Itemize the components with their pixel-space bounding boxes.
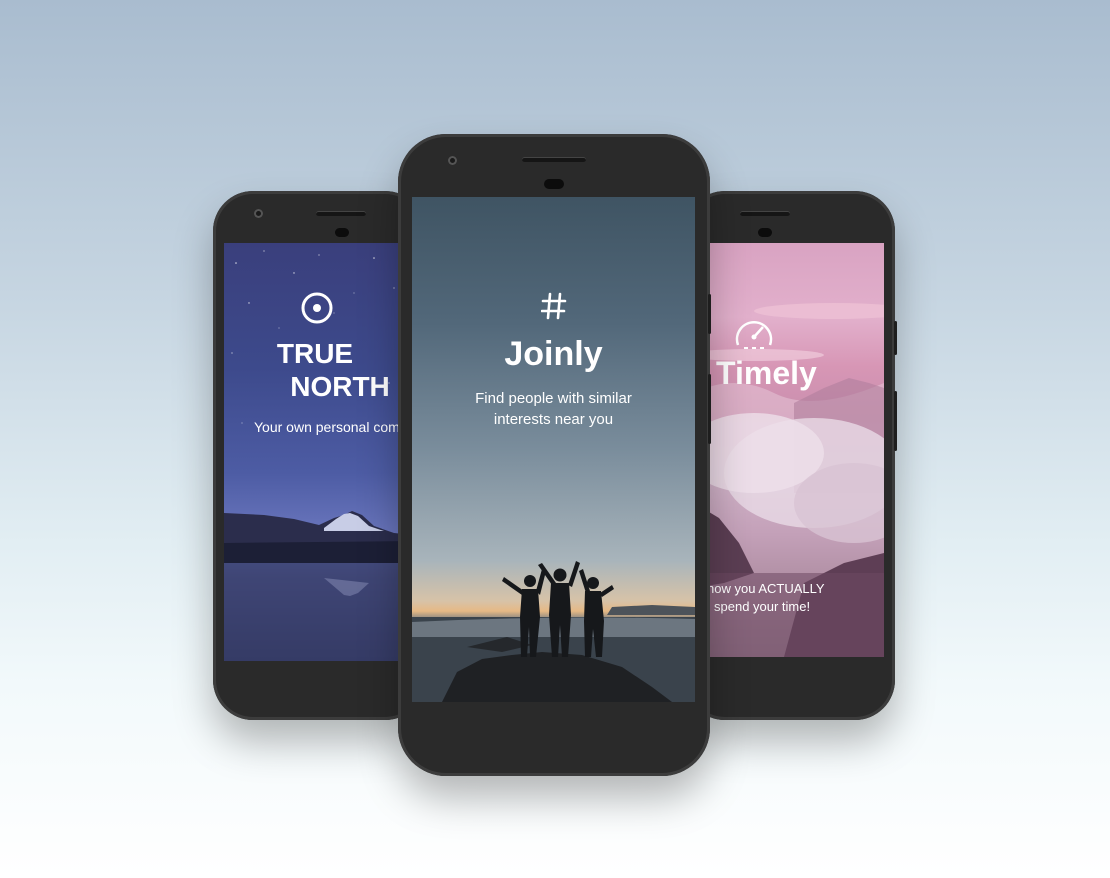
front-camera (254, 209, 263, 218)
app-title-line-1: TRUE (276, 338, 354, 369)
earpiece-speaker (740, 211, 790, 216)
front-camera (448, 156, 457, 165)
app-tagline-line-2: interests near you (493, 411, 614, 428)
screen-true-north[interactable]: TRUE NORTH Your own personal com (224, 243, 414, 661)
volume-button (708, 374, 711, 444)
app-title: Joinly (504, 335, 603, 373)
app-title: Timely (716, 355, 817, 391)
app-tagline: Your own personal com (254, 419, 400, 435)
proximity-sensor (335, 228, 349, 237)
target-icon (300, 291, 334, 325)
phone-timely: Timely w how you ACTUALLY spend your tim… (685, 191, 897, 720)
app-tagline-line-1: Find people with similar (475, 390, 632, 407)
proximity-sensor (544, 179, 564, 189)
phone-joinly: Joinly Find people with similar interest… (398, 134, 711, 776)
phone-true-north: TRUE NORTH Your own personal com (213, 191, 425, 720)
app-tagline-line-1: w how you ACTUALLY (694, 581, 825, 596)
friends-sunset-art (412, 561, 695, 702)
volume-button (894, 391, 897, 451)
stopwatch-icon (732, 315, 776, 355)
hashtag-icon (540, 291, 567, 321)
power-button (894, 321, 897, 355)
app-title-line-2: NORTH (290, 371, 390, 402)
screen-timely[interactable]: Timely w how you ACTUALLY spend your tim… (694, 243, 884, 657)
earpiece-speaker (522, 157, 586, 162)
power-button (708, 294, 711, 334)
earpiece-speaker (316, 211, 366, 216)
proximity-sensor (758, 228, 772, 237)
app-tagline-line-2: spend your time! (714, 599, 811, 614)
screen-joinly[interactable]: Joinly Find people with similar interest… (412, 197, 695, 702)
